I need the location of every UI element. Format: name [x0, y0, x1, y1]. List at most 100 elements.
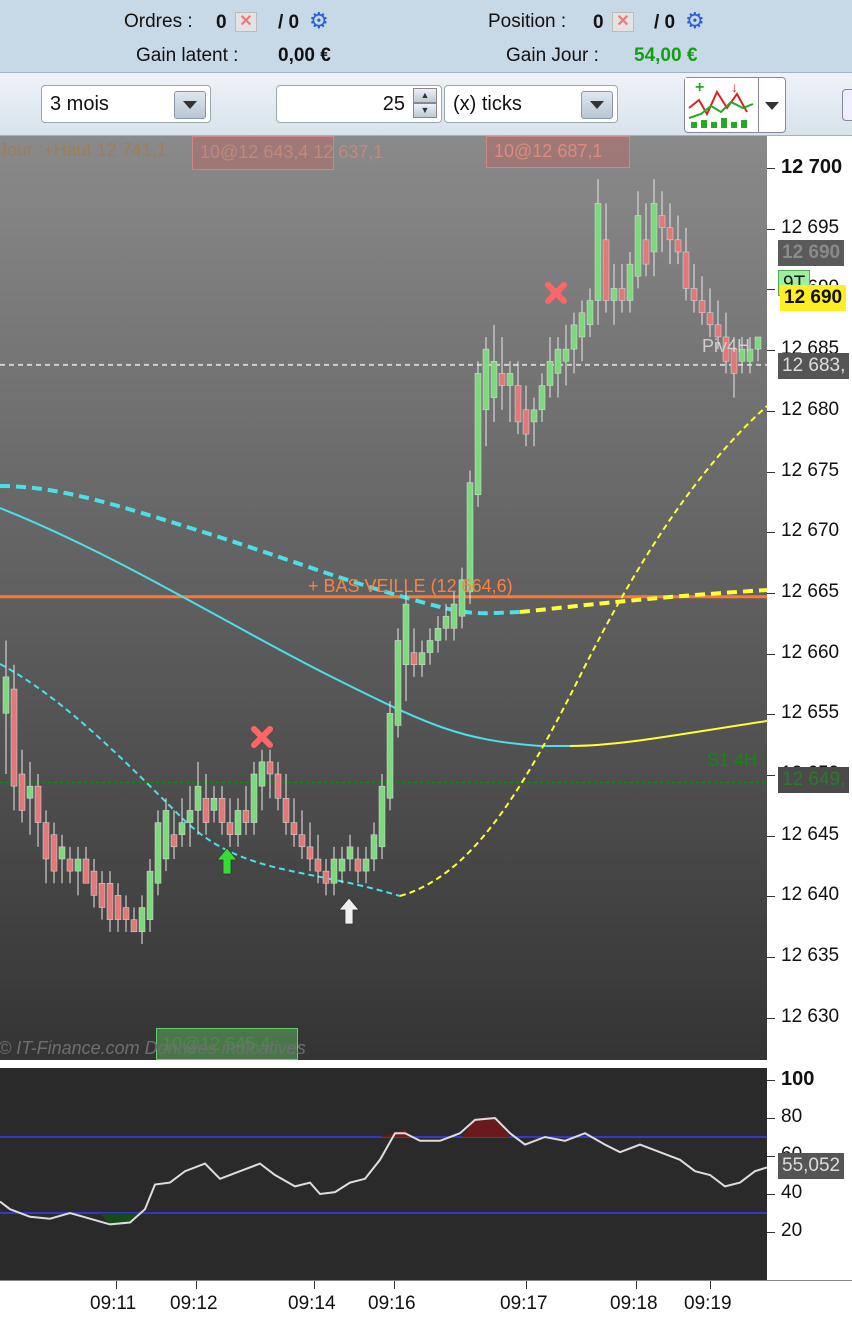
svg-text:+: + — [695, 79, 704, 96]
price-tag-s1: 12 649, — [778, 767, 850, 793]
candle-body — [338, 858, 346, 872]
candle-body — [18, 773, 26, 811]
candle-body — [754, 336, 762, 350]
candle-body — [442, 615, 450, 629]
toolbar-more-button[interactable] — [842, 89, 852, 121]
candle-body — [282, 798, 290, 823]
buy-arrow-icon[interactable] — [338, 897, 360, 925]
price-tick-mark — [767, 653, 775, 655]
time-tick-mark — [526, 1281, 527, 1289]
close-position-icon[interactable]: ✕ — [612, 12, 634, 32]
candle-body — [498, 373, 506, 386]
sell-cross-icon[interactable] — [251, 726, 273, 748]
candle-body — [562, 348, 570, 362]
day-high-label: Jour :+Haut 12 741,1 — [0, 140, 167, 160]
price-tick-mark — [767, 775, 775, 776]
panel-separator — [0, 1060, 852, 1068]
price-tick-label: 12 635 — [781, 945, 840, 967]
gain-jour-label: Gain Jour : — [506, 45, 599, 66]
price-chart[interactable]: Jour :+Haut 12 741,1 10@12 643,4 12 637,… — [0, 136, 767, 1060]
cancel-orders-icon[interactable]: ✕ — [235, 12, 257, 32]
price-tick-mark — [767, 896, 775, 898]
indicator-tick-mark — [767, 1232, 775, 1233]
candle-body — [258, 761, 266, 787]
candle-body — [666, 227, 674, 241]
ma-yellow-solid — [569, 720, 767, 747]
candle-body — [2, 676, 10, 714]
candle-body — [146, 870, 154, 920]
candle-body — [618, 288, 626, 301]
quantity-stepper[interactable]: 25 ▲ ▼ — [276, 85, 442, 123]
price-tick-label: 12 680 — [781, 398, 840, 420]
candle-body — [674, 239, 682, 253]
price-tick-label: 12 700 — [781, 156, 843, 178]
candle-body — [202, 798, 210, 823]
candle-body — [250, 773, 258, 823]
sell-cross-icon[interactable] — [545, 282, 567, 304]
candle-body — [434, 628, 442, 641]
time-axis[interactable]: 09:11 09:12 09:14 09:16 09:17 09:18 09:19 — [0, 1280, 852, 1325]
unit-select[interactable]: (x) ticks — [444, 85, 618, 123]
time-tick-mark — [314, 1281, 315, 1289]
indicator-tick-mark — [767, 1156, 775, 1157]
candle-body — [10, 688, 18, 787]
candle-body — [266, 761, 274, 775]
indicators-dropdown-chevron-icon[interactable] — [758, 78, 785, 132]
price-tick-mark — [767, 714, 775, 716]
price-tag-current: 12 690 — [780, 285, 847, 311]
candle-body — [402, 603, 410, 665]
orders-count: 0 — [216, 12, 227, 33]
candle-body — [154, 822, 162, 884]
period-dropdown-chevron-icon[interactable] — [174, 91, 206, 119]
candle-body — [554, 348, 562, 374]
gain-latent-value: 0,00 € — [278, 45, 331, 66]
price-tick-mark — [767, 289, 775, 291]
candle-body — [106, 883, 114, 920]
unit-value: (x) ticks — [453, 93, 522, 115]
candle-body — [578, 312, 586, 338]
oscillator-line — [0, 1116, 767, 1226]
candle-body — [482, 348, 490, 411]
candle-body — [178, 822, 186, 835]
candle-body — [314, 858, 322, 872]
candle-body — [162, 810, 170, 860]
candle-body — [346, 846, 354, 860]
increment-arrow-icon[interactable]: ▲ — [413, 88, 437, 103]
buy-arrow-icon[interactable] — [216, 847, 238, 875]
candle-body — [514, 385, 522, 423]
indicator-tick-label: 80 — [781, 1106, 803, 1127]
price-tick-mark — [767, 471, 775, 473]
candle-body — [354, 858, 362, 872]
candle-body — [634, 215, 642, 277]
price-tick-mark — [767, 410, 775, 412]
indicator-panel[interactable] — [0, 1068, 767, 1280]
candle-body — [210, 798, 218, 811]
indicator-value-tag: 55,052 — [778, 1153, 845, 1179]
candle-body — [170, 834, 178, 848]
candle-body — [322, 870, 330, 884]
unit-dropdown-chevron-icon[interactable] — [581, 91, 613, 119]
indicator-tick-mark — [767, 1194, 775, 1195]
candle-body — [594, 203, 602, 301]
period-select[interactable]: 3 mois — [41, 85, 211, 123]
position-settings-gear-icon[interactable]: ⚙ — [685, 8, 705, 34]
candle-body — [306, 846, 314, 860]
price-tick-mark — [767, 592, 775, 594]
candle-body — [330, 858, 338, 884]
time-tick-label: 09:16 — [368, 1293, 416, 1314]
time-tick-mark — [710, 1281, 711, 1289]
price-tick-label: 12 695 — [781, 216, 840, 238]
price-tick-mark — [767, 835, 775, 837]
time-tick-mark — [196, 1281, 197, 1289]
candle-body — [242, 810, 250, 823]
quantity-spinner[interactable]: ▲ ▼ — [413, 88, 437, 120]
indicators-button[interactable]: + ↓ — [684, 77, 786, 133]
time-tick-label: 09:18 — [610, 1293, 658, 1314]
decrement-arrow-icon[interactable]: ▼ — [413, 103, 437, 118]
price-tick-mark — [767, 168, 775, 169]
orders-settings-gear-icon[interactable]: ⚙ — [309, 8, 329, 34]
candle-body — [130, 919, 138, 933]
order-overlay-label: 10@12 643,4 12 637,1 — [200, 142, 384, 162]
price-tick-mark — [767, 1017, 775, 1019]
indicator-tick-label: 20 — [781, 1220, 803, 1241]
